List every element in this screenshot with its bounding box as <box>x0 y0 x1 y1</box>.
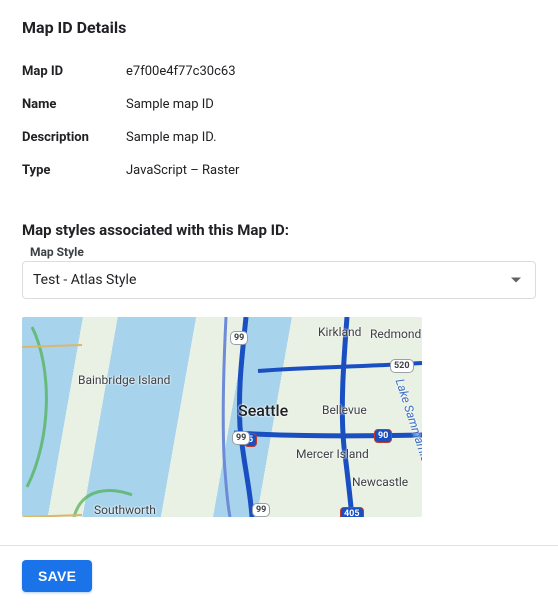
map-style-select[interactable]: Test - Atlas Style <box>22 261 536 299</box>
shield-sr99: 99 <box>230 331 248 345</box>
details-label-name: Name <box>22 97 126 112</box>
shield-sr99: 99 <box>232 431 250 445</box>
map-label-newcastle: Newcastle <box>352 475 408 489</box>
map-style-selected-value: Test - Atlas Style <box>33 272 136 288</box>
map-label-bellevue: Bellevue <box>322 403 367 417</box>
details-row: Map ID e7f00e4f77c30c63 <box>22 55 536 88</box>
details-value-type: JavaScript – Raster <box>126 163 536 178</box>
details-label-description: Description <box>22 130 126 145</box>
details-value-name: Sample map ID <box>126 97 536 112</box>
footer-bar: SAVE <box>0 545 558 612</box>
section-title: Map ID Details <box>22 18 536 37</box>
map-label-kirkland: Kirkland <box>318 325 361 339</box>
map-label-bainbridge: Bainbridge Island <box>78 373 158 387</box>
shield-i405: 405 <box>340 507 364 517</box>
details-value-description: Sample map ID. <box>126 130 536 145</box>
map-label-mercer: Mercer Island <box>296 447 369 461</box>
map-label-redmond: Redmond <box>370 327 421 341</box>
chevron-down-icon <box>511 278 521 283</box>
details-table: Map ID e7f00e4f77c30c63 Name Sample map … <box>22 55 536 187</box>
shield-sr520: 520 <box>390 359 414 373</box>
map-style-field-label: Map Style <box>30 245 536 259</box>
details-row: Name Sample map ID <box>22 88 536 121</box>
details-label-type: Type <box>22 163 126 178</box>
map-label-southworth: Southworth <box>94 503 156 517</box>
details-value-mapid: e7f00e4f77c30c63 <box>126 64 536 79</box>
shield-sr99: 99 <box>252 503 270 517</box>
associated-styles-title: Map styles associated with this Map ID: <box>22 221 536 239</box>
map-preview: Seattle Bellevue Kirkland Redmond Bainbr… <box>22 317 422 517</box>
save-button[interactable]: SAVE <box>22 560 92 592</box>
details-row: Type JavaScript – Raster <box>22 154 536 187</box>
details-label-mapid: Map ID <box>22 64 126 79</box>
shield-i90: 90 <box>374 429 392 443</box>
details-row: Description Sample map ID. <box>22 121 536 154</box>
map-label-seattle: Seattle <box>238 401 288 420</box>
